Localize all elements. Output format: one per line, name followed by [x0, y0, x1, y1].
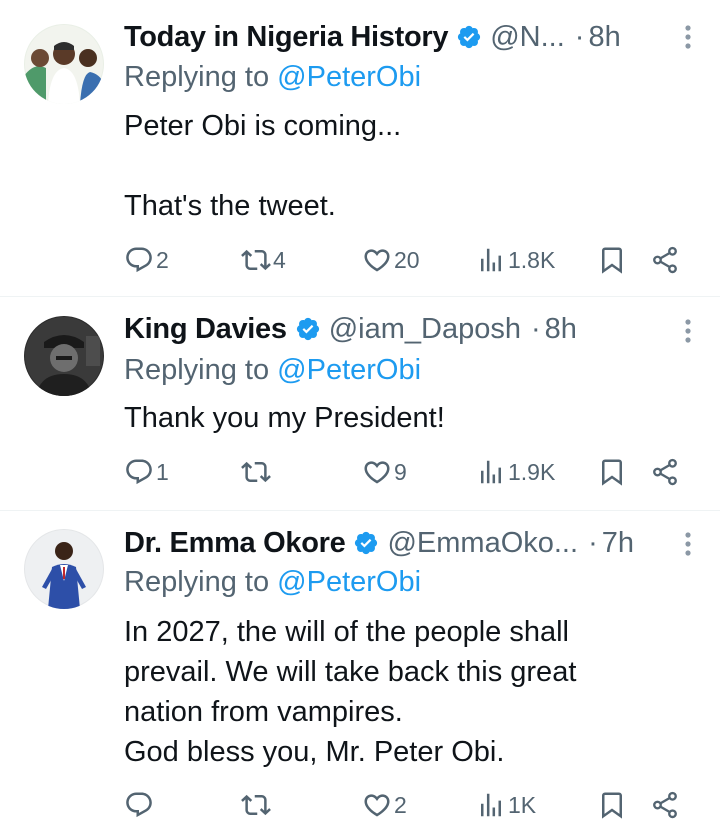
avatar[interactable]: [24, 24, 104, 104]
tweet-text-line: nation from vampires.: [124, 696, 403, 728]
tweet-text-line: In 2027, the will of the people shall: [124, 616, 569, 648]
like-button[interactable]: 2: [362, 785, 407, 825]
views-count: 1.9K: [508, 458, 556, 485]
like-icon: [364, 461, 390, 484]
views-icon: [481, 793, 501, 817]
like-count: 9: [394, 458, 407, 485]
retweet-button[interactable]: [241, 785, 273, 825]
tweet-text-line: Thank you my President!: [124, 402, 445, 434]
avatar-image: [24, 316, 104, 396]
more-options-icon[interactable]: [678, 17, 698, 57]
timestamp[interactable]: 7h: [602, 527, 634, 560]
avatar-image: [24, 529, 104, 609]
tweet-text: Peter Obi is coming... That's the tweet.: [124, 106, 700, 226]
like-button[interactable]: 9: [362, 452, 407, 492]
avatar[interactable]: [24, 316, 104, 396]
tweet-text-line: Peter Obi is coming...: [124, 110, 402, 142]
bookmark-icon: [602, 459, 622, 486]
reply-button[interactable]: 2: [124, 240, 169, 280]
reply-button[interactable]: [124, 785, 156, 825]
avatar-image: [24, 24, 104, 104]
replying-to-mention[interactable]: @PeterObi: [277, 354, 421, 386]
share-icon: [653, 246, 677, 274]
display-name[interactable]: Dr. Emma Okore: [124, 527, 346, 560]
tweet-text-line: That's the tweet.: [124, 190, 336, 222]
tweet-text-line: prevail. We will take back this great: [124, 656, 577, 688]
bookmark-icon: [602, 792, 622, 819]
replying-to-line: Replying to @PeterObi: [124, 354, 421, 387]
tweet-text: Thank you my President!: [124, 398, 700, 438]
replying-to-line: Replying to @PeterObi: [124, 61, 421, 94]
more-options-icon[interactable]: [678, 311, 698, 351]
bookmark-button[interactable]: [597, 452, 627, 492]
timestamp[interactable]: 8h: [588, 21, 620, 54]
views-button[interactable]: 1.9K: [476, 452, 555, 492]
separator-dot: ·: [530, 312, 541, 345]
user-handle[interactable]: @iam_Daposh: [329, 313, 521, 346]
display-name[interactable]: Today in Nigeria History: [124, 21, 449, 54]
views-icon: [481, 460, 501, 484]
like-count: 2: [394, 791, 407, 818]
views-button[interactable]: 1.8K: [476, 240, 555, 280]
retweet-icon: [241, 461, 271, 483]
action-bar: 2 1K: [124, 785, 684, 825]
reply-icon: [126, 792, 152, 818]
tweet-text-line: God bless you, Mr. Peter Obi.: [124, 736, 505, 768]
like-icon: [364, 794, 390, 817]
verified-badge-icon: [458, 25, 481, 49]
share-button[interactable]: [650, 452, 680, 492]
action-bar: 1 9 1.9K: [124, 452, 684, 492]
separator-dot: ·: [588, 526, 598, 559]
retweet-icon: [241, 249, 271, 271]
tweet-text: In 2027, the will of the people shall pr…: [124, 612, 700, 772]
replying-to-prefix: Replying to: [124, 354, 270, 386]
reply-count: 1: [156, 458, 169, 485]
user-handle[interactable]: @EmmaOko...: [387, 527, 578, 560]
like-count: 20: [394, 246, 420, 273]
reply-count: 2: [156, 246, 169, 273]
bookmark-button[interactable]: [597, 785, 627, 825]
verified-badge-icon: [296, 317, 319, 341]
avatar[interactable]: [24, 529, 104, 609]
bookmark-button[interactable]: [597, 240, 627, 280]
replying-to-mention[interactable]: @PeterObi: [277, 61, 421, 93]
replying-to-mention[interactable]: @PeterObi: [277, 566, 421, 598]
tweet-1[interactable]: Today in Nigeria History @N... · 8h Repl…: [0, 0, 720, 296]
reply-icon: [126, 459, 152, 485]
share-button[interactable]: [650, 240, 680, 280]
like-button[interactable]: 20: [362, 240, 420, 280]
replying-to-prefix: Replying to: [124, 566, 270, 598]
more-options-icon[interactable]: [678, 524, 698, 564]
retweet-button[interactable]: [241, 452, 273, 492]
tweet-3[interactable]: Dr. Emma Okore @EmmaOko... · 7h Replying…: [0, 511, 720, 830]
views-button[interactable]: 1K: [476, 785, 536, 825]
timestamp[interactable]: 8h: [545, 313, 577, 346]
share-icon: [653, 791, 677, 819]
views-count: 1K: [508, 791, 537, 818]
replying-to-line: Replying to @PeterObi: [124, 566, 421, 599]
action-bar: 2 4 20 1.8K: [124, 240, 684, 280]
retweet-button[interactable]: 4: [241, 240, 286, 280]
views-count: 1.8K: [508, 246, 556, 273]
bookmark-icon: [602, 247, 622, 274]
share-button[interactable]: [650, 785, 680, 825]
separator-dot: ·: [574, 20, 585, 53]
reply-icon: [126, 247, 152, 273]
share-icon: [653, 458, 677, 486]
like-icon: [364, 249, 390, 272]
replying-to-prefix: Replying to: [124, 61, 270, 93]
views-icon: [481, 248, 501, 272]
reply-button[interactable]: 1: [124, 452, 169, 492]
retweet-icon: [241, 794, 271, 816]
tweet-2[interactable]: King Davies @iam_Daposh · 8h Replying to…: [0, 297, 720, 510]
retweet-count: 4: [273, 246, 286, 273]
display-name[interactable]: King Davies: [124, 313, 287, 346]
user-handle[interactable]: @N...: [490, 21, 565, 54]
verified-badge-icon: [355, 531, 378, 555]
